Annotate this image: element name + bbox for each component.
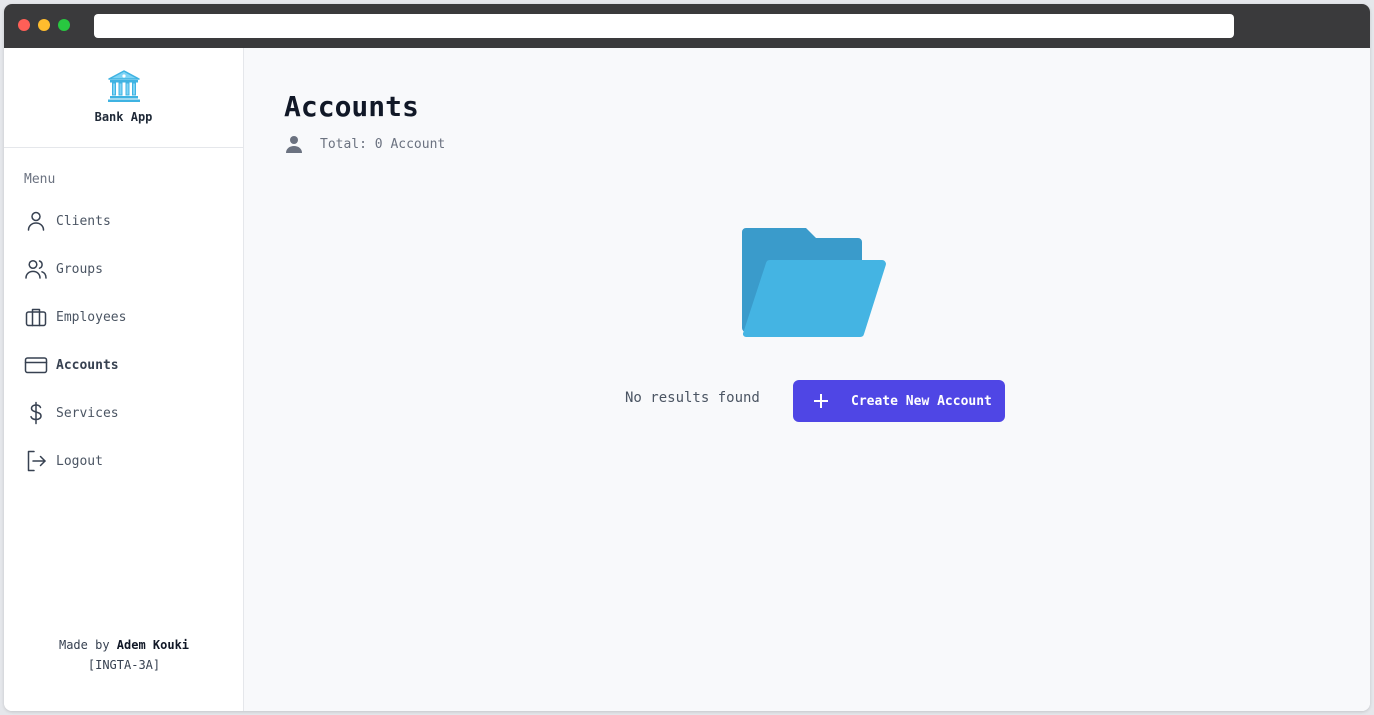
page-title: Accounts bbox=[284, 90, 419, 123]
maximize-window-button[interactable] bbox=[58, 19, 70, 31]
main-content: Accounts Total: 0 Account No results fou… bbox=[244, 48, 1370, 711]
total-count-text: Total: 0 Account bbox=[320, 136, 446, 152]
user-icon bbox=[24, 209, 48, 233]
total-count: Total: 0 Account bbox=[284, 134, 445, 154]
person-icon bbox=[286, 136, 302, 153]
author-class: [INGTA-3A] bbox=[87, 658, 161, 672]
briefcase-icon bbox=[24, 305, 48, 329]
no-results-text: No results found bbox=[625, 390, 760, 406]
sidebar-item-label: Clients bbox=[56, 213, 111, 229]
sidebar-item-groups[interactable]: Groups bbox=[4, 245, 243, 293]
sidebar-item-label: Employees bbox=[56, 309, 127, 325]
address-bar[interactable] bbox=[94, 14, 1234, 38]
sidebar-item-label: Services bbox=[56, 405, 119, 421]
users-icon bbox=[24, 257, 48, 281]
credit-card-icon bbox=[24, 353, 48, 377]
bank-icon bbox=[107, 70, 140, 102]
sidebar-item-employees[interactable]: Employees bbox=[4, 293, 243, 341]
folder-icon bbox=[742, 228, 886, 338]
brand-name: Bank App bbox=[94, 110, 153, 124]
sidebar-item-label: Accounts bbox=[56, 357, 119, 373]
sidebar-item-accounts[interactable]: Accounts bbox=[4, 341, 243, 389]
menu-label: Menu bbox=[24, 172, 56, 187]
sidebar-item-logout[interactable]: Logout bbox=[4, 437, 243, 485]
browser-window: Bank App Menu Clients Groups Employees A… bbox=[4, 4, 1370, 711]
sidebar: Bank App Menu Clients Groups Employees A… bbox=[4, 48, 244, 711]
sidebar-menu: Clients Groups Employees Accounts Servic… bbox=[4, 197, 243, 485]
made-by-text: Made by bbox=[58, 638, 110, 652]
sidebar-item-services[interactable]: Services bbox=[4, 389, 243, 437]
create-account-button[interactable]: Create New Account bbox=[793, 380, 1005, 422]
browser-titlebar bbox=[4, 4, 1370, 48]
minimize-window-button[interactable] bbox=[38, 19, 50, 31]
sidebar-item-label: Logout bbox=[56, 453, 103, 469]
logout-icon bbox=[24, 449, 48, 473]
sidebar-item-label: Groups bbox=[56, 261, 103, 277]
plus-icon bbox=[814, 394, 828, 408]
brand[interactable]: Bank App bbox=[4, 48, 243, 148]
close-window-button[interactable] bbox=[18, 19, 30, 31]
author-name: Adem Kouki bbox=[116, 638, 190, 652]
sidebar-item-clients[interactable]: Clients bbox=[4, 197, 243, 245]
create-account-label: Create New Account bbox=[851, 393, 992, 409]
dollar-icon bbox=[24, 401, 48, 425]
sidebar-footer: Made by Adem Kouki [INGTA-3A] bbox=[4, 635, 244, 675]
